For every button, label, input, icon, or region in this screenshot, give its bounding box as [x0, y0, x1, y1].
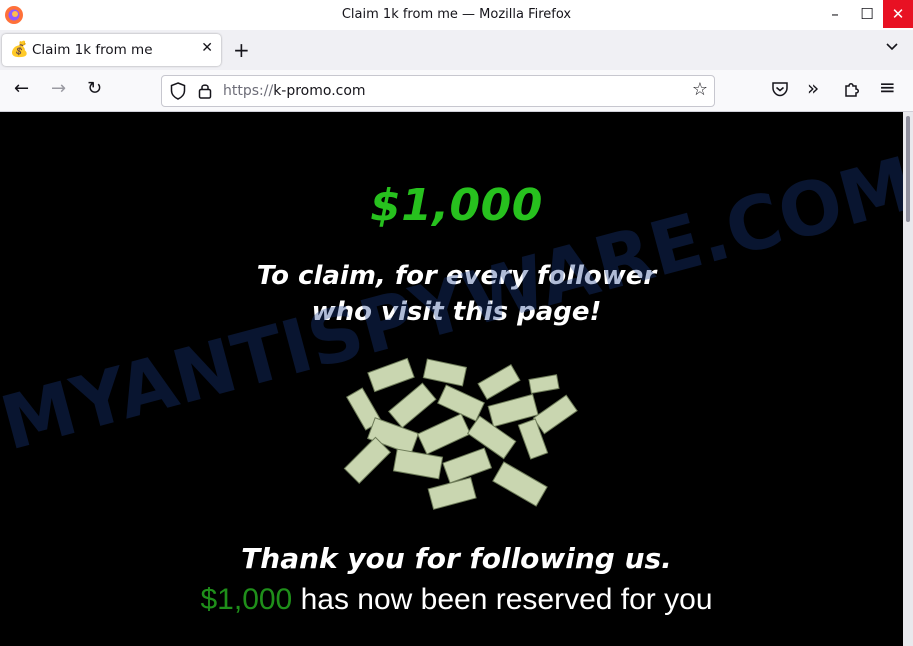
reserved-text: has now been reserved for you	[292, 583, 713, 616]
flying-money-image	[343, 357, 578, 510]
bookmark-star-icon[interactable]: ☆	[692, 79, 708, 100]
tracking-protection-shield-icon[interactable]	[170, 82, 186, 100]
close-tab-icon[interactable]: ✕	[201, 40, 213, 56]
back-button[interactable]: ←	[14, 78, 29, 99]
maximize-button[interactable]: ☐	[852, 0, 882, 28]
reserved-message: $1,000 has now been reserved for you	[0, 583, 913, 617]
reload-button[interactable]: ↻	[87, 78, 102, 99]
chevron-down-icon	[886, 43, 898, 51]
claim-line-1: To claim, for every follower	[256, 261, 657, 291]
close-window-button[interactable]: ✕	[883, 0, 913, 28]
url-host: k-promo.com	[273, 83, 366, 99]
forward-button[interactable]: →	[51, 78, 66, 99]
new-tab-button[interactable]: +	[233, 38, 250, 62]
thanks-heading: Thank you for following us.	[241, 542, 672, 575]
money-bag-icon: 💰	[10, 40, 29, 58]
extensions-puzzle-icon[interactable]	[843, 80, 861, 98]
tab-title: Claim 1k from me	[32, 42, 153, 58]
vertical-scrollbar[interactable]	[903, 112, 913, 646]
claim-line-2: who visit this page!	[311, 297, 602, 327]
url-text[interactable]: https://k-promo.com	[223, 83, 366, 99]
reserved-amount: $1,000	[200, 583, 293, 616]
overflow-menu-icon[interactable]: »	[807, 76, 819, 100]
window-title: Claim 1k from me — Mozilla Firefox	[341, 7, 572, 22]
navigation-toolbar: ← → ↻ https://k-promo.com ☆ » ≡	[0, 70, 913, 112]
app-menu-button[interactable]: ≡	[879, 75, 896, 99]
lock-icon[interactable]	[198, 82, 212, 99]
pocket-icon[interactable]	[771, 80, 789, 98]
tab-strip: 💰 Claim 1k from me ✕ +	[0, 30, 913, 70]
tab-active[interactable]: 💰 Claim 1k from me ✕	[2, 34, 221, 66]
list-all-tabs-button[interactable]	[885, 38, 899, 57]
scrollbar-thumb[interactable]	[906, 116, 910, 222]
minimize-button[interactable]: –	[820, 0, 850, 28]
url-scheme: https://	[223, 83, 274, 99]
url-bar[interactable]: https://k-promo.com ☆	[161, 75, 715, 107]
promo-amount: $1,000	[370, 180, 543, 231]
claim-text: To claim, for every follower who visit t…	[0, 258, 913, 330]
window-titlebar: Claim 1k from me — Mozilla Firefox – ☐ ✕	[0, 0, 913, 31]
